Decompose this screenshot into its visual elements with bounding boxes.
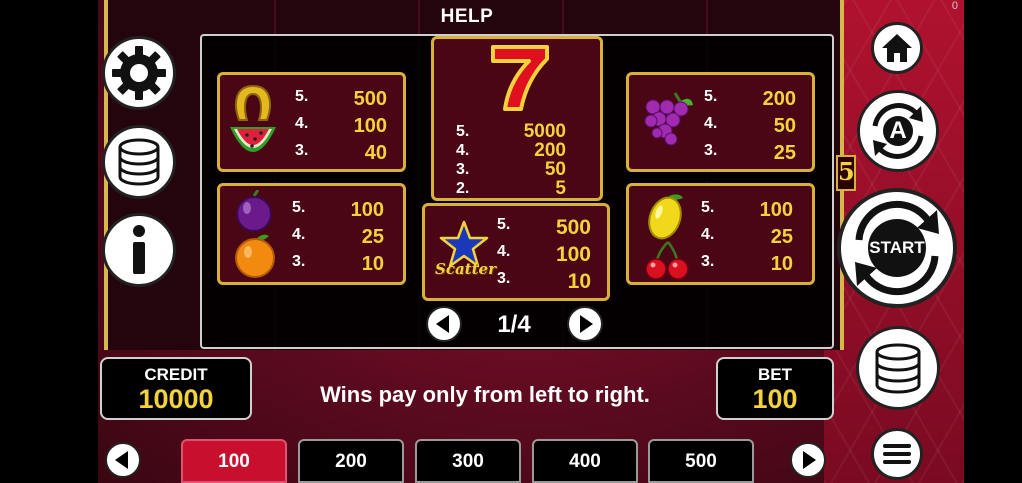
- settings-button[interactable]: [102, 36, 176, 110]
- pay-row: 5. 500: [497, 216, 591, 239]
- next-page-button[interactable]: [567, 306, 603, 342]
- pay-row: 4. 25: [292, 226, 384, 248]
- orange-icon: [235, 234, 275, 278]
- pay-row: 5. 200: [704, 88, 796, 110]
- bet-value: 100: [752, 384, 798, 414]
- info-icon: [133, 225, 145, 274]
- paytable-card-scatter: Scatter 5. 500 4. 100 3. 10: [422, 203, 610, 301]
- credit-value: 10000: [138, 384, 214, 414]
- pay-row: 4. 50: [704, 115, 796, 137]
- paytable-card-lemon-cherry: 5. 100 4. 25 3. 10: [626, 183, 815, 285]
- paytable-coins-button[interactable]: [102, 125, 176, 199]
- paytable-card-grapes: 5. 200 4. 50 3. 25: [626, 72, 815, 172]
- bet-option-200[interactable]: 200: [298, 439, 404, 483]
- pay-row: 3. 40: [295, 142, 387, 164]
- paytable-card-plum-orange: 5. 100 4. 25 3. 10: [217, 183, 406, 285]
- bet-option-100[interactable]: 100: [181, 439, 287, 483]
- paytable-card-horseshoe-watermelon: 5. 500 4. 100 3. 40: [217, 72, 406, 172]
- line-number-badge: 5: [836, 155, 856, 191]
- scatter-label: Scatter: [435, 260, 496, 278]
- info-button[interactable]: [102, 213, 176, 287]
- bet-coins-button[interactable]: [856, 326, 940, 410]
- cherry-icon: [645, 241, 689, 280]
- pay-row: 2. 5: [456, 178, 566, 199]
- help-title: HELP: [440, 6, 494, 27]
- autoplay-label: A: [889, 117, 907, 144]
- menu-icon: [883, 444, 911, 464]
- horseshoe-icon: [235, 84, 271, 121]
- pay-row: 4. 100: [295, 115, 387, 137]
- coins-icon: [118, 138, 160, 186]
- paytable-card-seven: 5. 5000 4. 200 3. 50 2. 5: [431, 36, 603, 201]
- menu-button[interactable]: [871, 428, 923, 480]
- pay-row: 3. 10: [497, 270, 591, 293]
- pay-row: 3. 50: [456, 159, 566, 180]
- pay-row: 5. 500: [295, 88, 387, 110]
- pay-row: 4. 200: [456, 140, 566, 161]
- pay-row: 3. 25: [704, 142, 796, 164]
- plum-icon: [236, 190, 272, 232]
- arrow-right-icon: [580, 315, 593, 333]
- pay-row: 4. 25: [701, 226, 793, 248]
- corner-counter: 0: [951, 0, 958, 12]
- watermelon-icon: [230, 127, 276, 152]
- bet-decrease-button[interactable]: [105, 442, 141, 478]
- pay-row: 5. 100: [292, 199, 384, 221]
- grapes-icon: [644, 92, 693, 146]
- pay-row: 3. 10: [292, 253, 384, 275]
- arrow-right-icon: [803, 451, 816, 469]
- gear-icon: [112, 46, 166, 100]
- lemon-icon: [648, 194, 683, 240]
- home-button[interactable]: [871, 22, 923, 74]
- home-icon: [882, 34, 912, 62]
- prev-page-button[interactable]: [426, 306, 462, 342]
- bet-increase-button[interactable]: [790, 442, 826, 478]
- arrow-left-icon: [115, 451, 128, 469]
- pay-row: 5. 5000: [456, 121, 566, 142]
- bet-option-400[interactable]: 400: [532, 439, 638, 483]
- arrow-left-icon: [436, 315, 449, 333]
- page-indicator: 1/4: [497, 311, 531, 338]
- credit-box: CREDIT 10000: [100, 357, 252, 420]
- pay-row: 3. 10: [701, 253, 793, 275]
- credit-label: CREDIT: [144, 365, 208, 384]
- paytable-message: Wins pay only from left to right.: [320, 382, 650, 407]
- start-label: START: [869, 238, 925, 257]
- bet-option-500[interactable]: 500: [648, 439, 754, 483]
- bet-box: BET 100: [716, 357, 834, 420]
- pay-row: 4. 100: [497, 243, 591, 266]
- bet-option-300[interactable]: 300: [415, 439, 521, 483]
- seven-icon: [491, 45, 549, 111]
- pay-row: 5. 100: [701, 199, 793, 221]
- start-button[interactable]: START: [837, 188, 957, 308]
- coins-icon: [875, 343, 921, 394]
- bet-label: BET: [758, 365, 792, 384]
- autoplay-button[interactable]: A: [857, 90, 939, 172]
